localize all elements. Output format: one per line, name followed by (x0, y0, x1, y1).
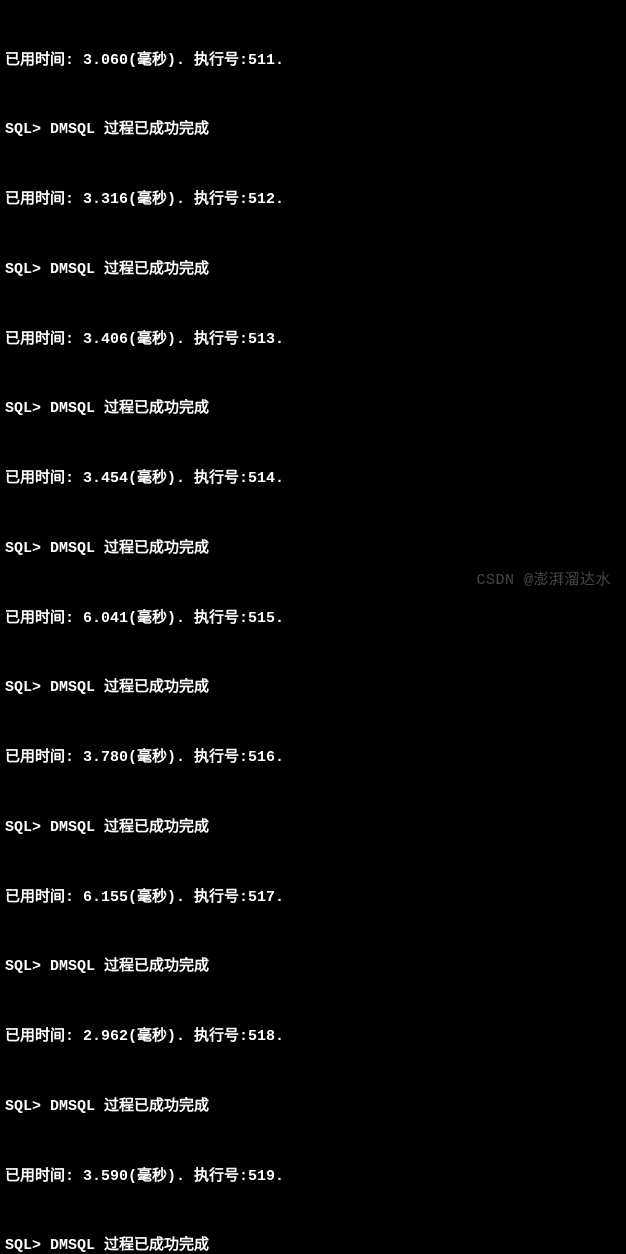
output-line: 已用时间: 3.060(毫秒). 执行号:511. (5, 49, 621, 72)
output-line: SQL> DMSQL 过程已成功完成 (5, 1095, 621, 1118)
csdn-watermark: CSDN @澎湃溜达水 (476, 569, 611, 592)
output-line: 已用时间: 3.590(毫秒). 执行号:519. (5, 1165, 621, 1188)
output-line: SQL> DMSQL 过程已成功完成 (5, 258, 621, 281)
output-line: SQL> DMSQL 过程已成功完成 (5, 1234, 621, 1254)
output-line: SQL> DMSQL 过程已成功完成 (5, 537, 621, 560)
output-line: 已用时间: 2.962(毫秒). 执行号:518. (5, 1025, 621, 1048)
output-line: SQL> DMSQL 过程已成功完成 (5, 816, 621, 839)
output-line: 已用时间: 3.780(毫秒). 执行号:516. (5, 746, 621, 769)
output-line: SQL> DMSQL 过程已成功完成 (5, 676, 621, 699)
output-line: SQL> DMSQL 过程已成功完成 (5, 955, 621, 978)
output-line: 已用时间: 6.155(毫秒). 执行号:517. (5, 886, 621, 909)
output-line: SQL> DMSQL 过程已成功完成 (5, 397, 621, 420)
terminal-output[interactable]: 已用时间: 3.060(毫秒). 执行号:511. SQL> DMSQL 过程已… (5, 2, 621, 1254)
output-line: 已用时间: 3.316(毫秒). 执行号:512. (5, 188, 621, 211)
output-line: 已用时间: 3.454(毫秒). 执行号:514. (5, 467, 621, 490)
output-line: 已用时间: 3.406(毫秒). 执行号:513. (5, 328, 621, 351)
output-line: 已用时间: 6.041(毫秒). 执行号:515. (5, 607, 621, 630)
output-line: SQL> DMSQL 过程已成功完成 (5, 118, 621, 141)
